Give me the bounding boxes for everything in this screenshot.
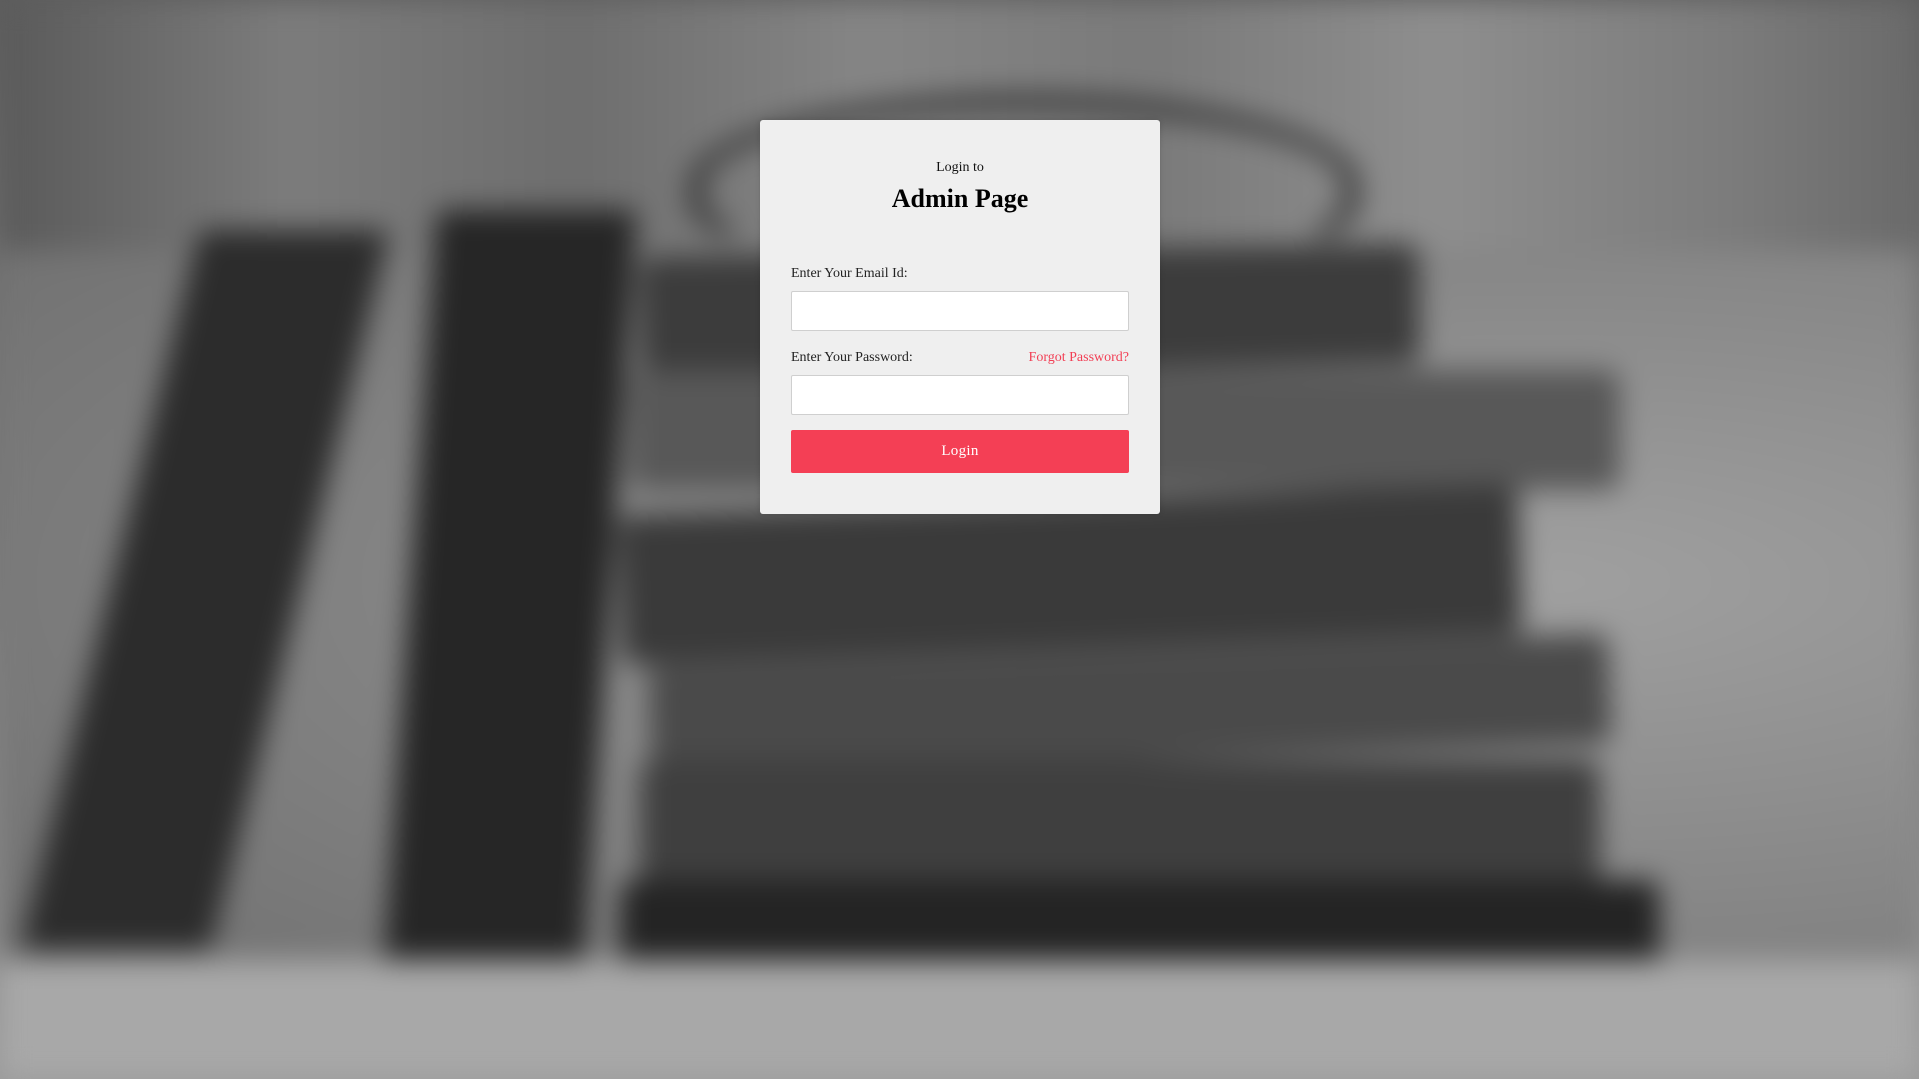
- login-subtitle: Login to: [936, 160, 984, 175]
- email-field[interactable]: [791, 291, 1129, 331]
- login-button[interactable]: Login: [791, 430, 1129, 473]
- email-label: Enter Your Email Id:: [791, 266, 908, 281]
- password-label: Enter Your Password:: [791, 350, 913, 365]
- email-label-row: Enter Your Email Id:: [791, 266, 1129, 282]
- password-label-row: Enter Your Password: Forgot Password?: [791, 350, 1129, 366]
- login-card: Login to Admin Page Enter Your Email Id:…: [760, 120, 1160, 514]
- login-form: Enter Your Email Id: Enter Your Password…: [791, 266, 1129, 473]
- password-field[interactable]: [791, 375, 1129, 415]
- background-book: [640, 760, 1600, 890]
- page-title: Admin Page: [891, 184, 1029, 213]
- background-fur: [0, 960, 1919, 1079]
- forgot-password-link[interactable]: Forgot Password?: [1029, 350, 1129, 366]
